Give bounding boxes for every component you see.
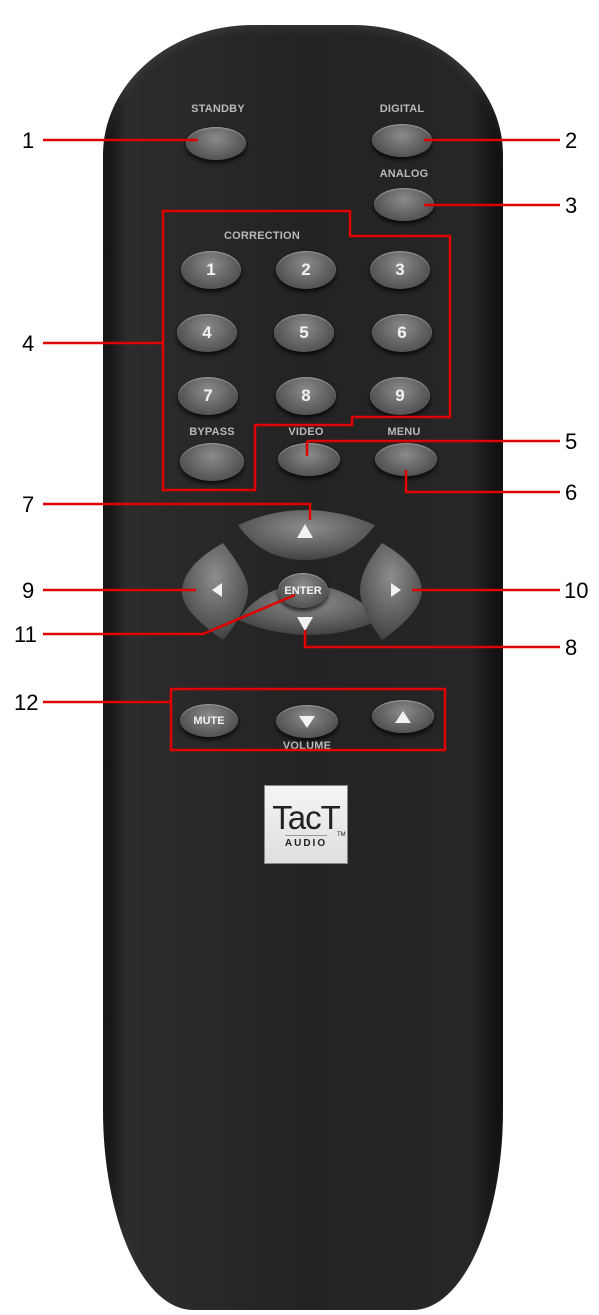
callout-line-11 — [43, 593, 296, 636]
volume-box-outline — [169, 687, 447, 752]
callout-8: 8 — [565, 635, 578, 660]
callout-2: 2 — [565, 128, 578, 153]
callout-9: 9 — [22, 578, 35, 603]
callout-5: 5 — [565, 429, 578, 454]
callout-12: 12 — [14, 690, 39, 715]
callout-7: 7 — [22, 492, 35, 517]
callout-6: 6 — [565, 480, 578, 505]
callout-10: 10 — [564, 578, 589, 603]
callout-line-7 — [43, 502, 312, 520]
callout-4: 4 — [22, 331, 35, 356]
callout-11: 11 — [14, 622, 37, 647]
callout-3: 3 — [565, 193, 578, 218]
callout-overlay — [43, 138, 560, 752]
callout-line-6 — [404, 470, 560, 494]
callout-1: 1 — [22, 128, 35, 153]
callout-line-8 — [303, 630, 560, 649]
